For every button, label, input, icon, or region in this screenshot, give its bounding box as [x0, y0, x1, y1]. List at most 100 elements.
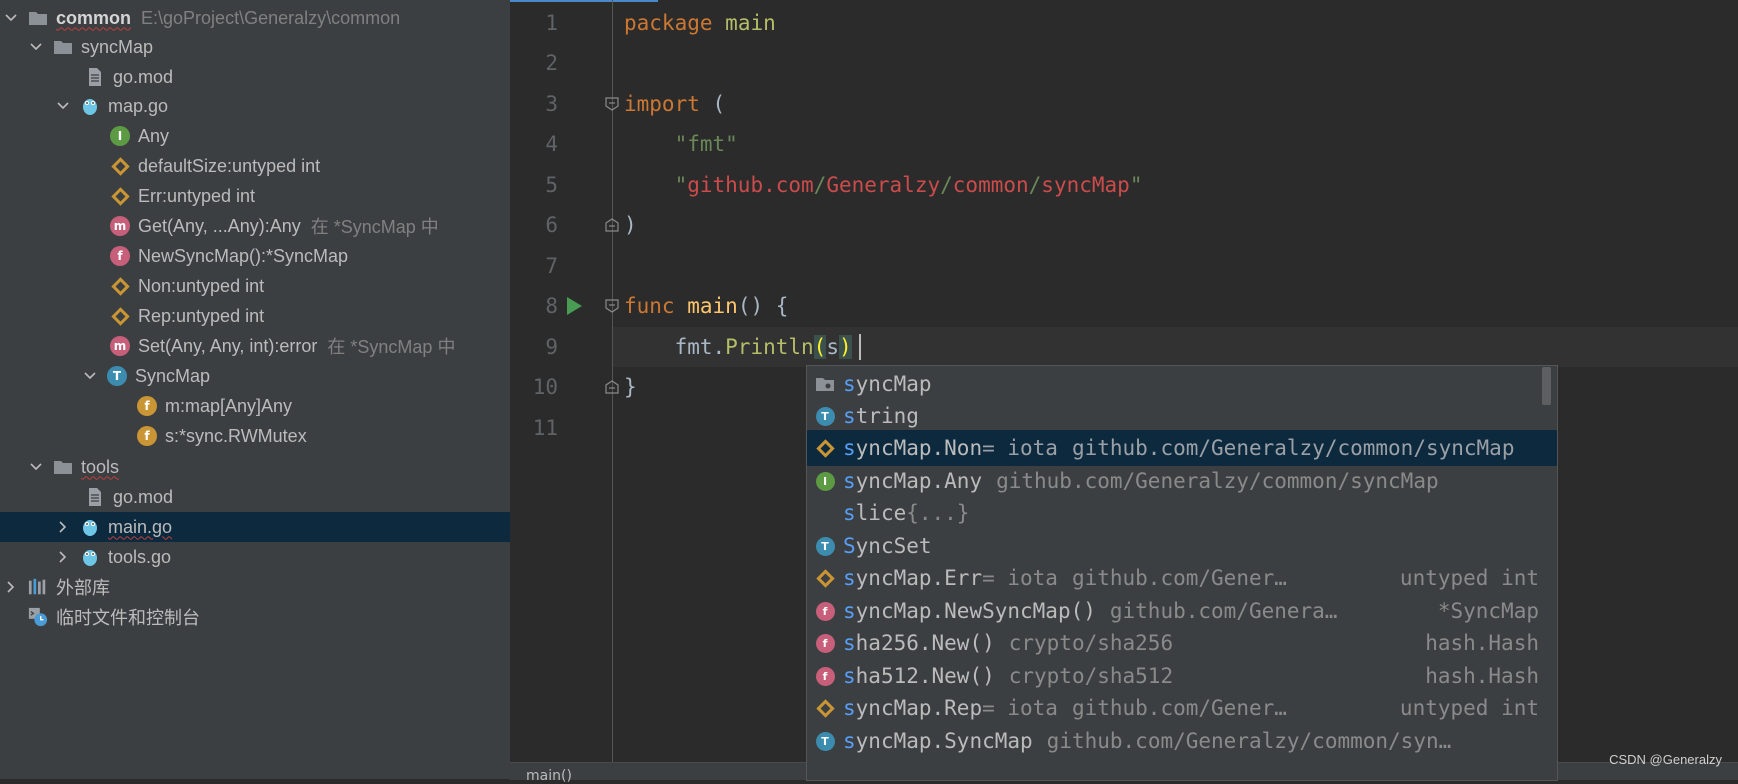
file-label: go.mod: [113, 486, 174, 507]
keyword: package: [624, 11, 713, 35]
code-line-8: func main() {: [624, 286, 788, 326]
code-line-9: fmt.Println(s): [624, 327, 852, 367]
matched-paren: (: [813, 335, 827, 359]
constant-icon: [111, 186, 130, 206]
chevron-down-icon[interactable]: [29, 40, 43, 54]
completion-item[interactable]: slice {...}: [807, 495, 1557, 531]
file-label: map.go: [108, 95, 169, 116]
symbol-label: Any: [138, 125, 170, 146]
chevron-down-icon[interactable]: [83, 369, 97, 383]
completion-name: syncMap.NewSyncMap(): [843, 599, 1096, 623]
type-icon: T: [807, 406, 843, 426]
completion-location: github.com/Genera…: [1109, 599, 1338, 623]
chevron-right-icon[interactable]: [4, 580, 18, 594]
completion-item[interactable]: T syncMap.SyncMap github.com/Generalzy/c…: [807, 723, 1557, 759]
folder-label: syncMap: [81, 36, 154, 57]
completion-type: untyped int: [1399, 696, 1539, 720]
run-icon[interactable]: [564, 295, 584, 317]
completion-item[interactable]: syncMap: [807, 366, 1557, 402]
line-number: 9: [545, 335, 558, 359]
completion-item[interactable]: f sha256.New() crypto/sha256 hash.Hash: [807, 625, 1557, 661]
function-icon: f: [110, 246, 130, 266]
folder-icon: [53, 457, 73, 477]
tree-symbol-non[interactable]: Non:untyped int: [0, 271, 510, 301]
symbol-label: NewSyncMap():*SyncMap: [138, 245, 349, 266]
code-line-1: package main: [624, 3, 776, 43]
folder-icon: [53, 37, 73, 57]
code-line-6: ): [624, 205, 637, 245]
tree-field-s[interactable]: f s:*sync.RWMutex: [0, 421, 510, 451]
completion-item[interactable]: f syncMap.NewSyncMap() github.com/Genera…: [807, 593, 1557, 629]
chevron-right-icon[interactable]: [56, 550, 70, 564]
tree-symbol-get[interactable]: m Get(Any, ...Any):Any 在 *SyncMap 中: [0, 211, 510, 241]
completion-tail: = iota: [982, 436, 1058, 460]
identifier: main: [725, 11, 776, 35]
import-path-separator: /: [1028, 173, 1042, 197]
symbol-hint: 在 *SyncMap 中: [310, 217, 439, 237]
interface-icon: I: [807, 471, 843, 491]
symbol-label: defaultSize:untyped int: [138, 155, 321, 176]
tree-node-tools-gomod[interactable]: go.mod: [0, 482, 510, 512]
punctuation: () {: [737, 294, 789, 318]
completion-type: *SyncMap: [1437, 599, 1539, 623]
tree-node-common[interactable]: common E:\goProject\Generalzy\common: [0, 3, 510, 33]
type-icon: T: [807, 731, 843, 751]
punctuation: (: [712, 92, 726, 116]
completion-popup[interactable]: syncMap T string syncMap.Non = iota gith…: [806, 365, 1558, 781]
line-number: 6: [545, 213, 558, 237]
completion-item[interactable]: syncMap.Rep = iota github.com/Gener… unt…: [807, 690, 1557, 726]
completion-type: untyped int: [1399, 566, 1539, 590]
completion-location: crypto/sha512: [1008, 664, 1174, 688]
go-file-icon: [80, 517, 100, 537]
tree-symbol-syncmap-type[interactable]: T SyncMap: [0, 361, 510, 391]
tree-symbol-defaultsize[interactable]: defaultSize:untyped int: [0, 151, 510, 181]
fold-icon[interactable]: [604, 96, 620, 112]
function-call: Println: [725, 335, 814, 359]
fold-icon[interactable]: [604, 298, 620, 314]
chevron-down-icon[interactable]: [56, 99, 70, 113]
matched-paren: ): [838, 335, 852, 359]
constant-icon: [111, 306, 130, 326]
folder-label: tools: [81, 456, 120, 477]
tree-node-tools-go[interactable]: tools.go: [0, 542, 510, 572]
keyword: import: [624, 92, 700, 116]
tree-symbol-set[interactable]: m Set(Any, Any, int):error 在 *SyncMap 中: [0, 331, 510, 361]
completion-name: syncMap.SyncMap: [843, 729, 1033, 753]
tree-field-m[interactable]: f m:map[Any]Any: [0, 391, 510, 421]
tree-symbol-rep[interactable]: Rep:untyped int: [0, 301, 510, 331]
method-icon: m: [110, 336, 130, 356]
tree-symbol-any[interactable]: I Any: [0, 121, 510, 151]
completion-type: hash.Hash: [1425, 664, 1539, 688]
symbol-label: Set(Any, Any, int):error: [138, 335, 318, 356]
completion-item[interactable]: f sha512.New() crypto/sha512 hash.Hash: [807, 658, 1557, 694]
symbol-label: Get(Any, ...Any):Any: [138, 215, 301, 236]
completion-item[interactable]: I syncMap.Any github.com/Generalzy/commo…: [807, 463, 1557, 499]
tree-node-syncmap-gomod[interactable]: go.mod: [0, 62, 510, 92]
tree-node-syncmap-folder[interactable]: syncMap: [0, 32, 510, 62]
tree-symbol-newsyncmap[interactable]: f NewSyncMap():*SyncMap: [0, 241, 510, 271]
chevron-down-icon[interactable]: [29, 460, 43, 474]
breadcrumb[interactable]: main(): [526, 769, 572, 783]
completion-item-selected[interactable]: syncMap.Non = iota github.com/Generalzy/…: [807, 430, 1557, 466]
tree-node-tools-folder[interactable]: tools: [0, 452, 510, 482]
completion-item[interactable]: syncMap.Err = iota github.com/Gener… unt…: [807, 560, 1557, 596]
scratches-label: 临时文件和控制台: [56, 608, 200, 628]
completion-item[interactable]: T string: [807, 398, 1557, 434]
completion-item[interactable]: T SyncSet: [807, 528, 1557, 564]
tree-node-map-go[interactable]: map.go: [0, 91, 510, 121]
line-number: 11: [532, 416, 558, 440]
completion-name: syncMap.Any: [843, 469, 983, 493]
chevron-right-icon[interactable]: [56, 520, 70, 534]
chevron-down-icon[interactable]: [4, 11, 18, 25]
fold-end-icon[interactable]: [604, 379, 620, 395]
completion-scrollbar[interactable]: [1542, 367, 1551, 405]
string-quote: ": [1129, 173, 1143, 197]
tree-node-scratches[interactable]: 临时文件和控制台: [0, 602, 510, 632]
tree-node-external-libraries[interactable]: 外部库: [0, 572, 510, 602]
tree-node-main-go[interactable]: main.go: [0, 512, 510, 542]
tree-symbol-err[interactable]: Err:untyped int: [0, 181, 510, 211]
fold-end-icon[interactable]: [604, 217, 620, 233]
active-tab-indicator: [510, 0, 658, 2]
symbol-label: SyncMap: [135, 365, 211, 386]
punctuation: ): [624, 213, 637, 237]
